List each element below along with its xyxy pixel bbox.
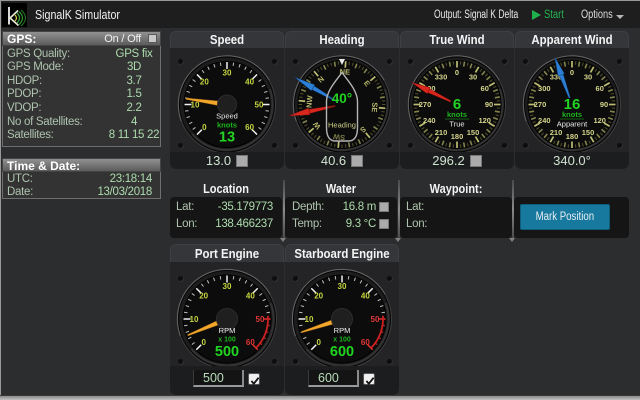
svg-text:13: 13 <box>219 130 235 146</box>
svg-text:500: 500 <box>215 344 239 360</box>
svg-text:60: 60 <box>361 338 370 347</box>
svg-text:300: 300 <box>538 84 551 93</box>
svg-text:knots: knots <box>217 121 237 130</box>
svg-text:50: 50 <box>255 100 264 109</box>
svg-text:40: 40 <box>361 291 370 300</box>
svg-text:x 100: x 100 <box>218 337 236 344</box>
svg-text:240: 240 <box>423 116 436 125</box>
svg-text:Heading: Heading <box>328 121 356 130</box>
svg-text:60: 60 <box>481 84 489 93</box>
svg-text:50: 50 <box>371 315 380 324</box>
svg-text:30: 30 <box>584 72 592 81</box>
svg-text:0: 0 <box>455 68 459 77</box>
svg-text:330: 330 <box>435 72 448 81</box>
svg-text:0: 0 <box>202 123 207 132</box>
svg-text:knots: knots <box>447 110 467 119</box>
svg-text:30: 30 <box>223 68 232 77</box>
svg-text:knots: knots <box>562 110 582 119</box>
svg-text:40°: 40° <box>332 91 352 106</box>
svg-text:30: 30 <box>223 282 232 291</box>
svg-text:60: 60 <box>596 84 604 93</box>
svg-text:90: 90 <box>600 100 608 109</box>
svg-text:210: 210 <box>550 128 563 137</box>
svg-text:30: 30 <box>469 72 477 81</box>
svg-text:600: 600 <box>330 344 354 360</box>
svg-text:RPM: RPM <box>334 326 351 335</box>
svg-text:40: 40 <box>246 291 255 300</box>
svg-text:10: 10 <box>190 315 199 324</box>
svg-text:30: 30 <box>338 282 347 291</box>
svg-text:0: 0 <box>570 68 574 77</box>
svg-text:90: 90 <box>485 100 493 109</box>
svg-text:60: 60 <box>246 338 255 347</box>
svg-text:180: 180 <box>566 132 579 141</box>
svg-text:Speed: Speed <box>216 112 238 121</box>
svg-text:120: 120 <box>478 116 491 125</box>
svg-text:10: 10 <box>305 315 314 324</box>
svg-text:20: 20 <box>200 78 209 87</box>
svg-text:20: 20 <box>199 291 208 300</box>
svg-text:50: 50 <box>256 315 265 324</box>
svg-text:x 100: x 100 <box>333 337 351 344</box>
svg-text:210: 210 <box>435 128 448 137</box>
svg-text:SE: SE <box>370 102 380 113</box>
svg-text:270: 270 <box>419 100 432 109</box>
svg-text:True: True <box>449 120 464 129</box>
svg-text:240: 240 <box>538 116 551 125</box>
svg-text:RPM: RPM <box>219 326 236 335</box>
svg-text:60: 60 <box>245 123 254 132</box>
svg-text:NW: NW <box>304 94 314 108</box>
svg-text:Apparent: Apparent <box>557 120 588 129</box>
svg-text:150: 150 <box>582 128 595 137</box>
svg-text:40: 40 <box>245 78 254 87</box>
svg-text:20: 20 <box>314 291 323 300</box>
svg-text:0: 0 <box>201 338 206 347</box>
svg-text:270: 270 <box>534 100 547 109</box>
svg-text:120: 120 <box>593 116 606 125</box>
svg-text:180: 180 <box>451 132 464 141</box>
svg-text:150: 150 <box>467 128 480 137</box>
svg-text:0: 0 <box>316 338 321 347</box>
